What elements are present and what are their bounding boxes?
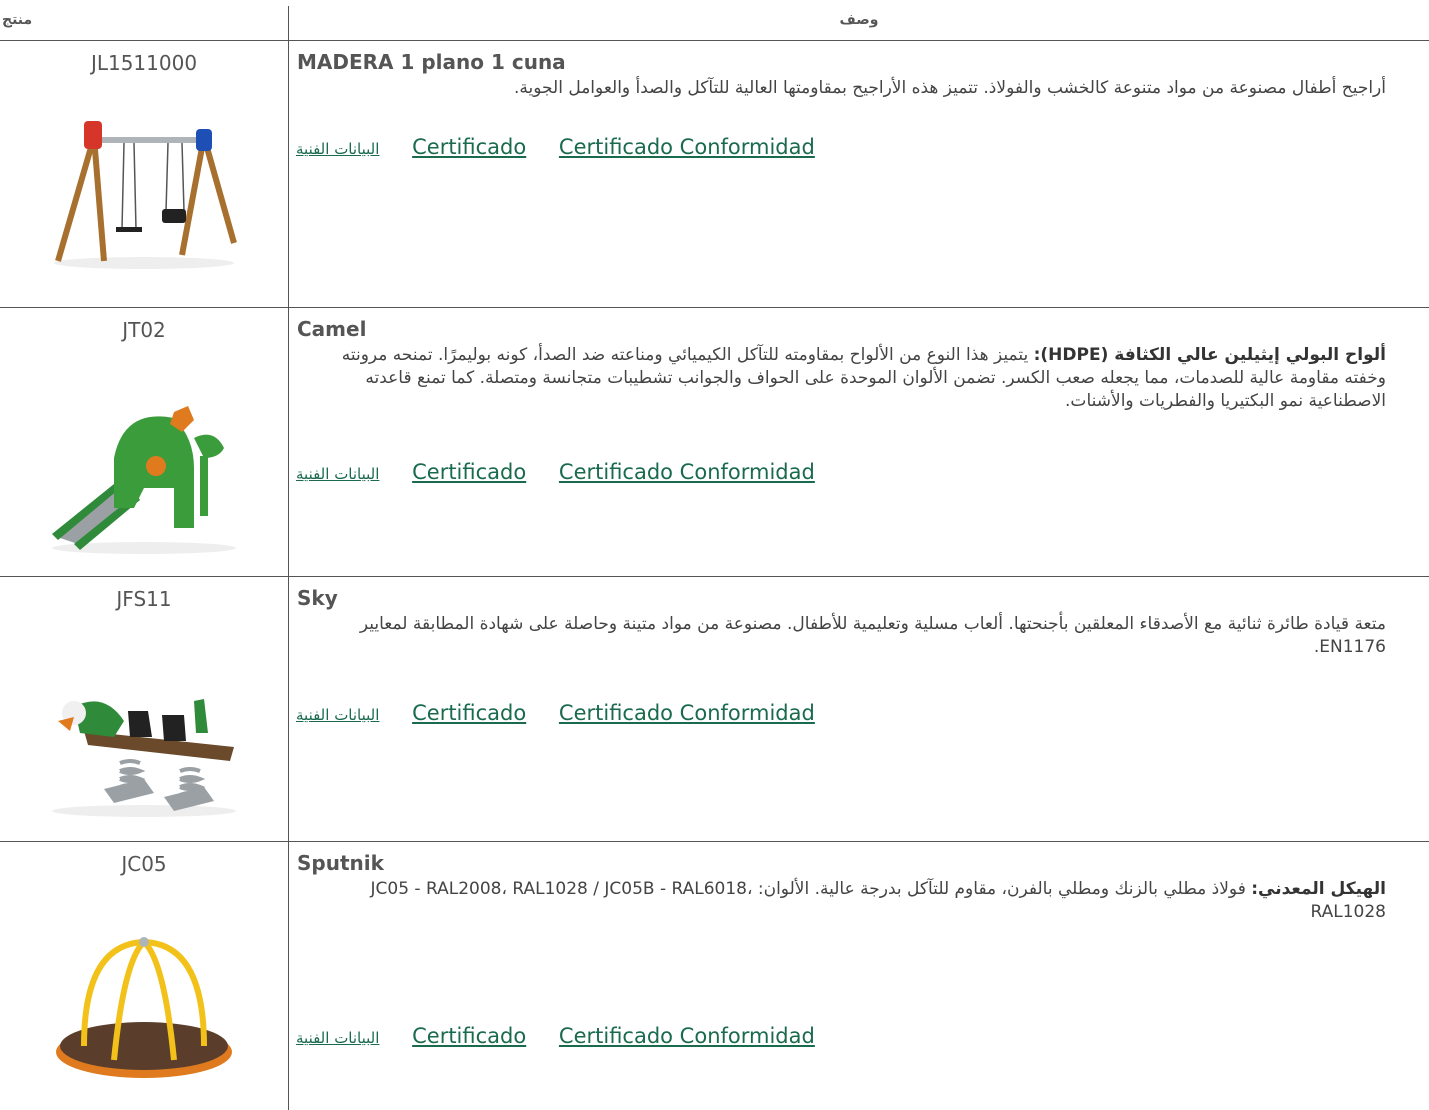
certificate-link[interactable]: Certificado [412, 135, 526, 159]
certificate-link[interactable]: Certificado [412, 460, 526, 484]
tech-data-link[interactable]: البيانات الفنية [296, 706, 379, 724]
certificate-link[interactable]: Certificado [412, 701, 526, 725]
product-title: Sputnik [297, 851, 384, 875]
product-code: JL1511000 [90, 51, 198, 75]
product-links: البيانات الفنية Certificado Certificado … [296, 460, 841, 488]
camel-slide-image [52, 406, 236, 554]
description-column-header: وصف [839, 12, 879, 28]
product-code: JC05 [121, 852, 167, 876]
description-bold: ألواح البولي إيثيلين عالي الكثافة (HDPE)… [1033, 345, 1386, 365]
product-links: البيانات الفنية Certificado Certificado … [296, 1024, 841, 1052]
carousel-image [56, 937, 232, 1078]
product-links: البيانات الفنية Certificado Certificado … [296, 135, 841, 163]
table-row: JL1511000 MADERA 1 plano 1 cuna أراجيح أ… [0, 41, 1429, 308]
tech-data-link[interactable]: البيانات الفنية [296, 1029, 379, 1047]
product-column-header: منتج [2, 12, 33, 28]
conformity-certificate-link[interactable]: Certificado Conformidad [559, 135, 815, 159]
product-description: ألواح البولي إيثيلين عالي الكثافة (HDPE)… [296, 344, 1386, 413]
swing-set-image [54, 121, 237, 269]
product-code: JFS11 [116, 587, 172, 611]
table-row: JC05 Sputnik الهيكل المعدني: فولاذ مطلي … [0, 842, 1429, 1110]
product-title: Camel [297, 317, 367, 341]
conformity-certificate-link[interactable]: Certificado Conformidad [559, 460, 815, 484]
table-row: JT02 Camel ألواح البولي إيثيلين عالي الك… [0, 308, 1429, 577]
tech-data-link[interactable]: البيانات الفنية [296, 140, 379, 158]
product-description: الهيكل المعدني: فولاذ مطلي بالزنك ومطلي … [296, 878, 1386, 924]
table-row: JFS11 Sky متعة قيادة طائرة ثنائية مع الأ… [0, 577, 1429, 842]
description-text: فولاذ مطلي بالزنك ومطلي بالفرن، مقاوم لل… [370, 879, 1386, 922]
conformity-certificate-link[interactable]: Certificado Conformidad [559, 701, 815, 725]
tech-data-link[interactable]: البيانات الفنية [296, 465, 379, 483]
product-description: أراجيح أطفال مصنوعة من مواد متنوعة كالخش… [514, 78, 1386, 98]
product-title: MADERA 1 plano 1 cuna [297, 50, 566, 74]
certificate-link[interactable]: Certificado [412, 1024, 526, 1048]
product-title: Sky [297, 586, 338, 610]
product-code: JT02 [122, 318, 166, 342]
table-header: منتج وصف [0, 0, 1429, 41]
conformity-certificate-link[interactable]: Certificado Conformidad [559, 1024, 815, 1048]
description-bold: الهيكل المعدني: [1251, 879, 1386, 899]
product-links: البيانات الفنية Certificado Certificado … [296, 701, 841, 729]
spring-rider-image [52, 699, 236, 817]
product-description: متعة قيادة طائرة ثنائية مع الأصدقاء المع… [359, 614, 1386, 657]
